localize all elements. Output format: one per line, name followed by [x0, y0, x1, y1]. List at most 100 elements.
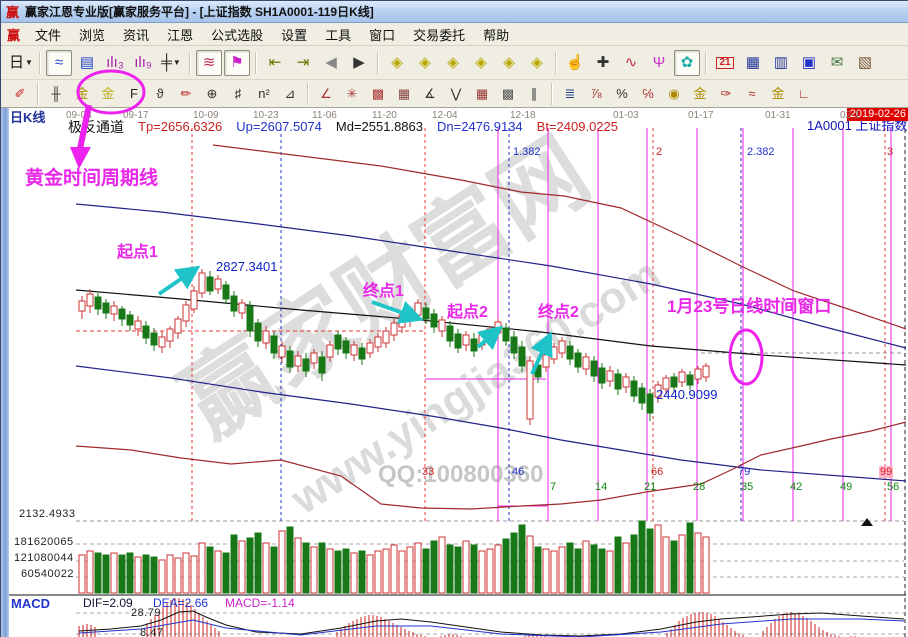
- cycle-center-button[interactable]: ◈: [496, 50, 522, 76]
- candle-body: [335, 335, 341, 349]
- candle-body: [623, 377, 629, 387]
- candle-body: [447, 326, 453, 341]
- cycle-expand-button[interactable]: ◈: [440, 50, 466, 76]
- volume-bar: [319, 543, 325, 593]
- volume-bar: [463, 541, 469, 593]
- wave-band-tool-button[interactable]: ≈: [740, 83, 764, 105]
- chart-canvas[interactable]: [1, 108, 908, 637]
- h-line-tool-icon: ╫: [51, 87, 60, 100]
- gann-fan-tool-button[interactable]: ∠: [314, 83, 338, 105]
- kline-type-button[interactable]: ╪▼: [158, 50, 184, 76]
- volume-bar: [103, 555, 109, 593]
- angle-line-tool-button[interactable]: ∡: [418, 83, 442, 105]
- calendar-button[interactable]: 21: [712, 50, 738, 76]
- toolbar-separator: [307, 83, 309, 105]
- main-view-icon: ⚑: [230, 55, 243, 70]
- golden-underline-tool-button[interactable]: 金: [766, 83, 790, 105]
- candle-body: [127, 315, 133, 325]
- golden-circle-tool-button[interactable]: ◉: [662, 83, 686, 105]
- cycle-compress-button[interactable]: ◈: [468, 50, 494, 76]
- mail-button[interactable]: ✉: [824, 50, 850, 76]
- angle-base-tool-button[interactable]: ∟: [792, 83, 816, 105]
- cycle-expand-icon: ◈: [447, 55, 459, 70]
- gann-grid-tool-button[interactable]: ▦: [392, 83, 416, 105]
- trend-chart-button[interactable]: ≈: [46, 50, 72, 76]
- candle-body: [599, 368, 605, 383]
- period-selector-button[interactable]: 日▼: [8, 50, 34, 76]
- info-panel-button[interactable]: ▤: [74, 50, 100, 76]
- menu-formula-stock-pick[interactable]: 公式选股: [202, 23, 272, 46]
- cycle-right-icon: ◈: [419, 55, 431, 70]
- fan-tool-button[interactable]: ✿: [674, 50, 700, 76]
- h-line-tool-button[interactable]: ╫: [44, 83, 68, 105]
- candle-body: [295, 356, 301, 366]
- menu-window[interactable]: 窗口: [360, 23, 404, 46]
- save-button[interactable]: ▣: [796, 50, 822, 76]
- golden-cycle-tool-button[interactable]: 金: [70, 83, 94, 105]
- menu-browse[interactable]: 浏览: [70, 23, 114, 46]
- last-page-button[interactable]: ⇥: [290, 50, 316, 76]
- eraser-pen-button[interactable]: ✐: [8, 83, 32, 105]
- grid-tool-button[interactable]: ▦: [470, 83, 494, 105]
- prev-bar-button[interactable]: ◀: [318, 50, 344, 76]
- vol-chart-3-button[interactable]: ılı₃: [102, 50, 128, 76]
- volume-bar: [511, 533, 517, 593]
- menu-tools[interactable]: 工具: [316, 23, 360, 46]
- band-tool-button[interactable]: Ψ: [646, 50, 672, 76]
- volume-bar: [223, 553, 229, 593]
- hand-tool-icon: ☝: [566, 55, 585, 70]
- volume-bar: [415, 543, 421, 593]
- gann-wave-button[interactable]: ≋: [196, 50, 222, 76]
- hand-tool-button[interactable]: ☝: [562, 50, 588, 76]
- volume-bar: [151, 557, 157, 593]
- next-bar-button[interactable]: ▶: [346, 50, 372, 76]
- mirror-angle-tool-button[interactable]: ⊿: [278, 83, 302, 105]
- golden-ratio-tool-button[interactable]: 金: [96, 83, 120, 105]
- volume-bar: [359, 551, 365, 593]
- application-window: 赢 赢家江恩专业版[赢家服务平台] - [上证指数 SH1A0001-119日K…: [0, 0, 908, 637]
- grid-dark-tool-icon: ▩: [502, 87, 514, 100]
- next-bar-icon: ▶: [353, 55, 365, 70]
- volume-bar: [247, 538, 253, 593]
- save-icon: ▣: [802, 55, 816, 70]
- brush-flag-tool-button[interactable]: ✑: [714, 83, 738, 105]
- period-selector-icon: 日: [9, 55, 24, 70]
- menu-trade-order[interactable]: 交易委托: [404, 23, 474, 46]
- zigzag-tool-button[interactable]: ⋁: [444, 83, 468, 105]
- candle-body: [103, 303, 109, 313]
- volume-bar: [183, 553, 189, 593]
- candle-body: [239, 303, 245, 313]
- candle-body: [383, 331, 389, 343]
- n-square-tool-button[interactable]: n²: [252, 83, 276, 105]
- spiral-tool-button[interactable]: ϑ: [148, 83, 172, 105]
- chart-area[interactable]: 赢家财富网 www.yingjia360.com QQ:100800360 日K…: [1, 108, 908, 637]
- menu-help[interactable]: 帮助: [474, 23, 518, 46]
- notes-button[interactable]: ▥: [768, 50, 794, 76]
- gann-box-tool-button[interactable]: ▩: [366, 83, 390, 105]
- crosshair-tool-button[interactable]: ✚: [590, 50, 616, 76]
- ruler-tool-button[interactable]: ♯: [226, 83, 250, 105]
- first-page-button[interactable]: ⇤: [262, 50, 288, 76]
- parallel-tool-button[interactable]: ∥: [522, 83, 546, 105]
- volume-bar: [335, 551, 341, 593]
- fibonacci-tool-button[interactable]: F: [122, 83, 146, 105]
- menu-settings[interactable]: 设置: [272, 23, 316, 46]
- menu-news[interactable]: 资讯: [114, 23, 158, 46]
- circle-tool-button[interactable]: ⊕: [200, 83, 224, 105]
- cycle-left-button[interactable]: ◈: [384, 50, 410, 76]
- printer-button[interactable]: ▧: [852, 50, 878, 76]
- cycle-all-button[interactable]: ◈: [524, 50, 550, 76]
- golden-line-tool-button[interactable]: 金: [688, 83, 712, 105]
- menu-file[interactable]: 文件: [26, 23, 70, 46]
- menu-gann[interactable]: 江恩: [158, 23, 202, 46]
- cycle-right-button[interactable]: ◈: [412, 50, 438, 76]
- window-titlebar[interactable]: 赢 赢家江恩专业版[赢家服务平台] - [上证指数 SH1A0001-119日K…: [1, 1, 908, 23]
- marker-pen-button[interactable]: ✏: [174, 83, 198, 105]
- calculator-button[interactable]: ▦: [740, 50, 766, 76]
- gann-web-tool-button[interactable]: ✳: [340, 83, 364, 105]
- price-list-tool-button[interactable]: ≣: [558, 83, 582, 105]
- wave-band-tool-icon: ≈: [748, 87, 755, 100]
- grid-dark-tool-button[interactable]: ▩: [496, 83, 520, 105]
- main-view-button[interactable]: ⚑: [224, 50, 250, 76]
- vol-chart-9-button[interactable]: ılı₉: [130, 50, 156, 76]
